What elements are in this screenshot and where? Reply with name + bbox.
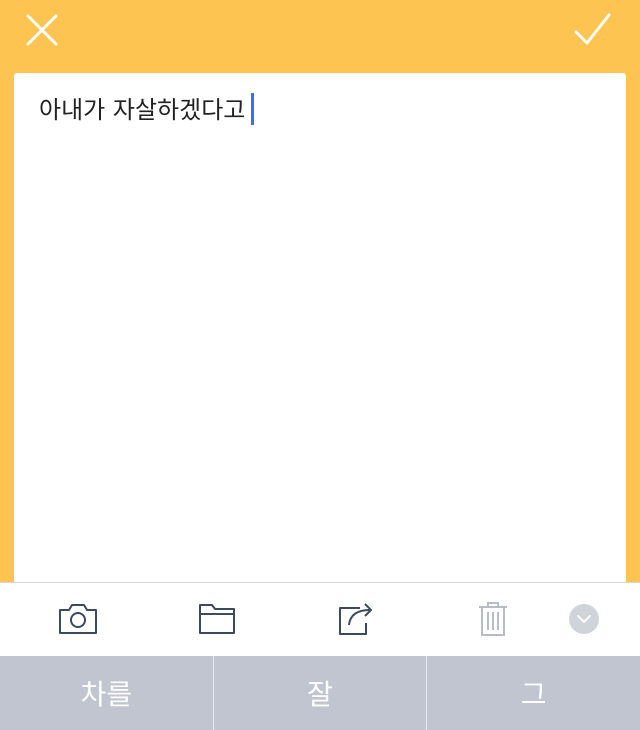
text-caret [251, 93, 255, 125]
attachment-toolbar [0, 582, 640, 656]
confirm-button[interactable] [572, 10, 612, 50]
note-editor[interactable]: 아내가 자살하겠다고 [14, 73, 626, 593]
suggestion-2[interactable]: 잘 [214, 656, 427, 730]
chevron-down-circle-icon [569, 604, 599, 634]
collapse-keyboard-button[interactable] [562, 599, 606, 639]
camera-icon [59, 604, 97, 634]
folder-button[interactable] [195, 599, 239, 639]
header-bar [0, 0, 640, 62]
close-button[interactable] [22, 10, 62, 50]
suggestion-1[interactable]: 차를 [0, 656, 213, 730]
suggestion-3[interactable]: 그 [427, 656, 640, 730]
note-text-area[interactable]: 아내가 자살하겠다고 [39, 93, 601, 127]
share-button[interactable] [334, 599, 378, 639]
check-icon [574, 13, 611, 45]
camera-button[interactable] [56, 599, 100, 639]
note-text: 아내가 자살하겠다고 [39, 96, 246, 124]
trash-icon [479, 602, 507, 636]
keyboard-suggestion-bar: 차를 잘 그 [0, 656, 640, 730]
folder-icon [199, 604, 235, 634]
delete-button[interactable] [471, 599, 515, 639]
close-icon [26, 14, 58, 46]
share-icon [339, 603, 372, 635]
